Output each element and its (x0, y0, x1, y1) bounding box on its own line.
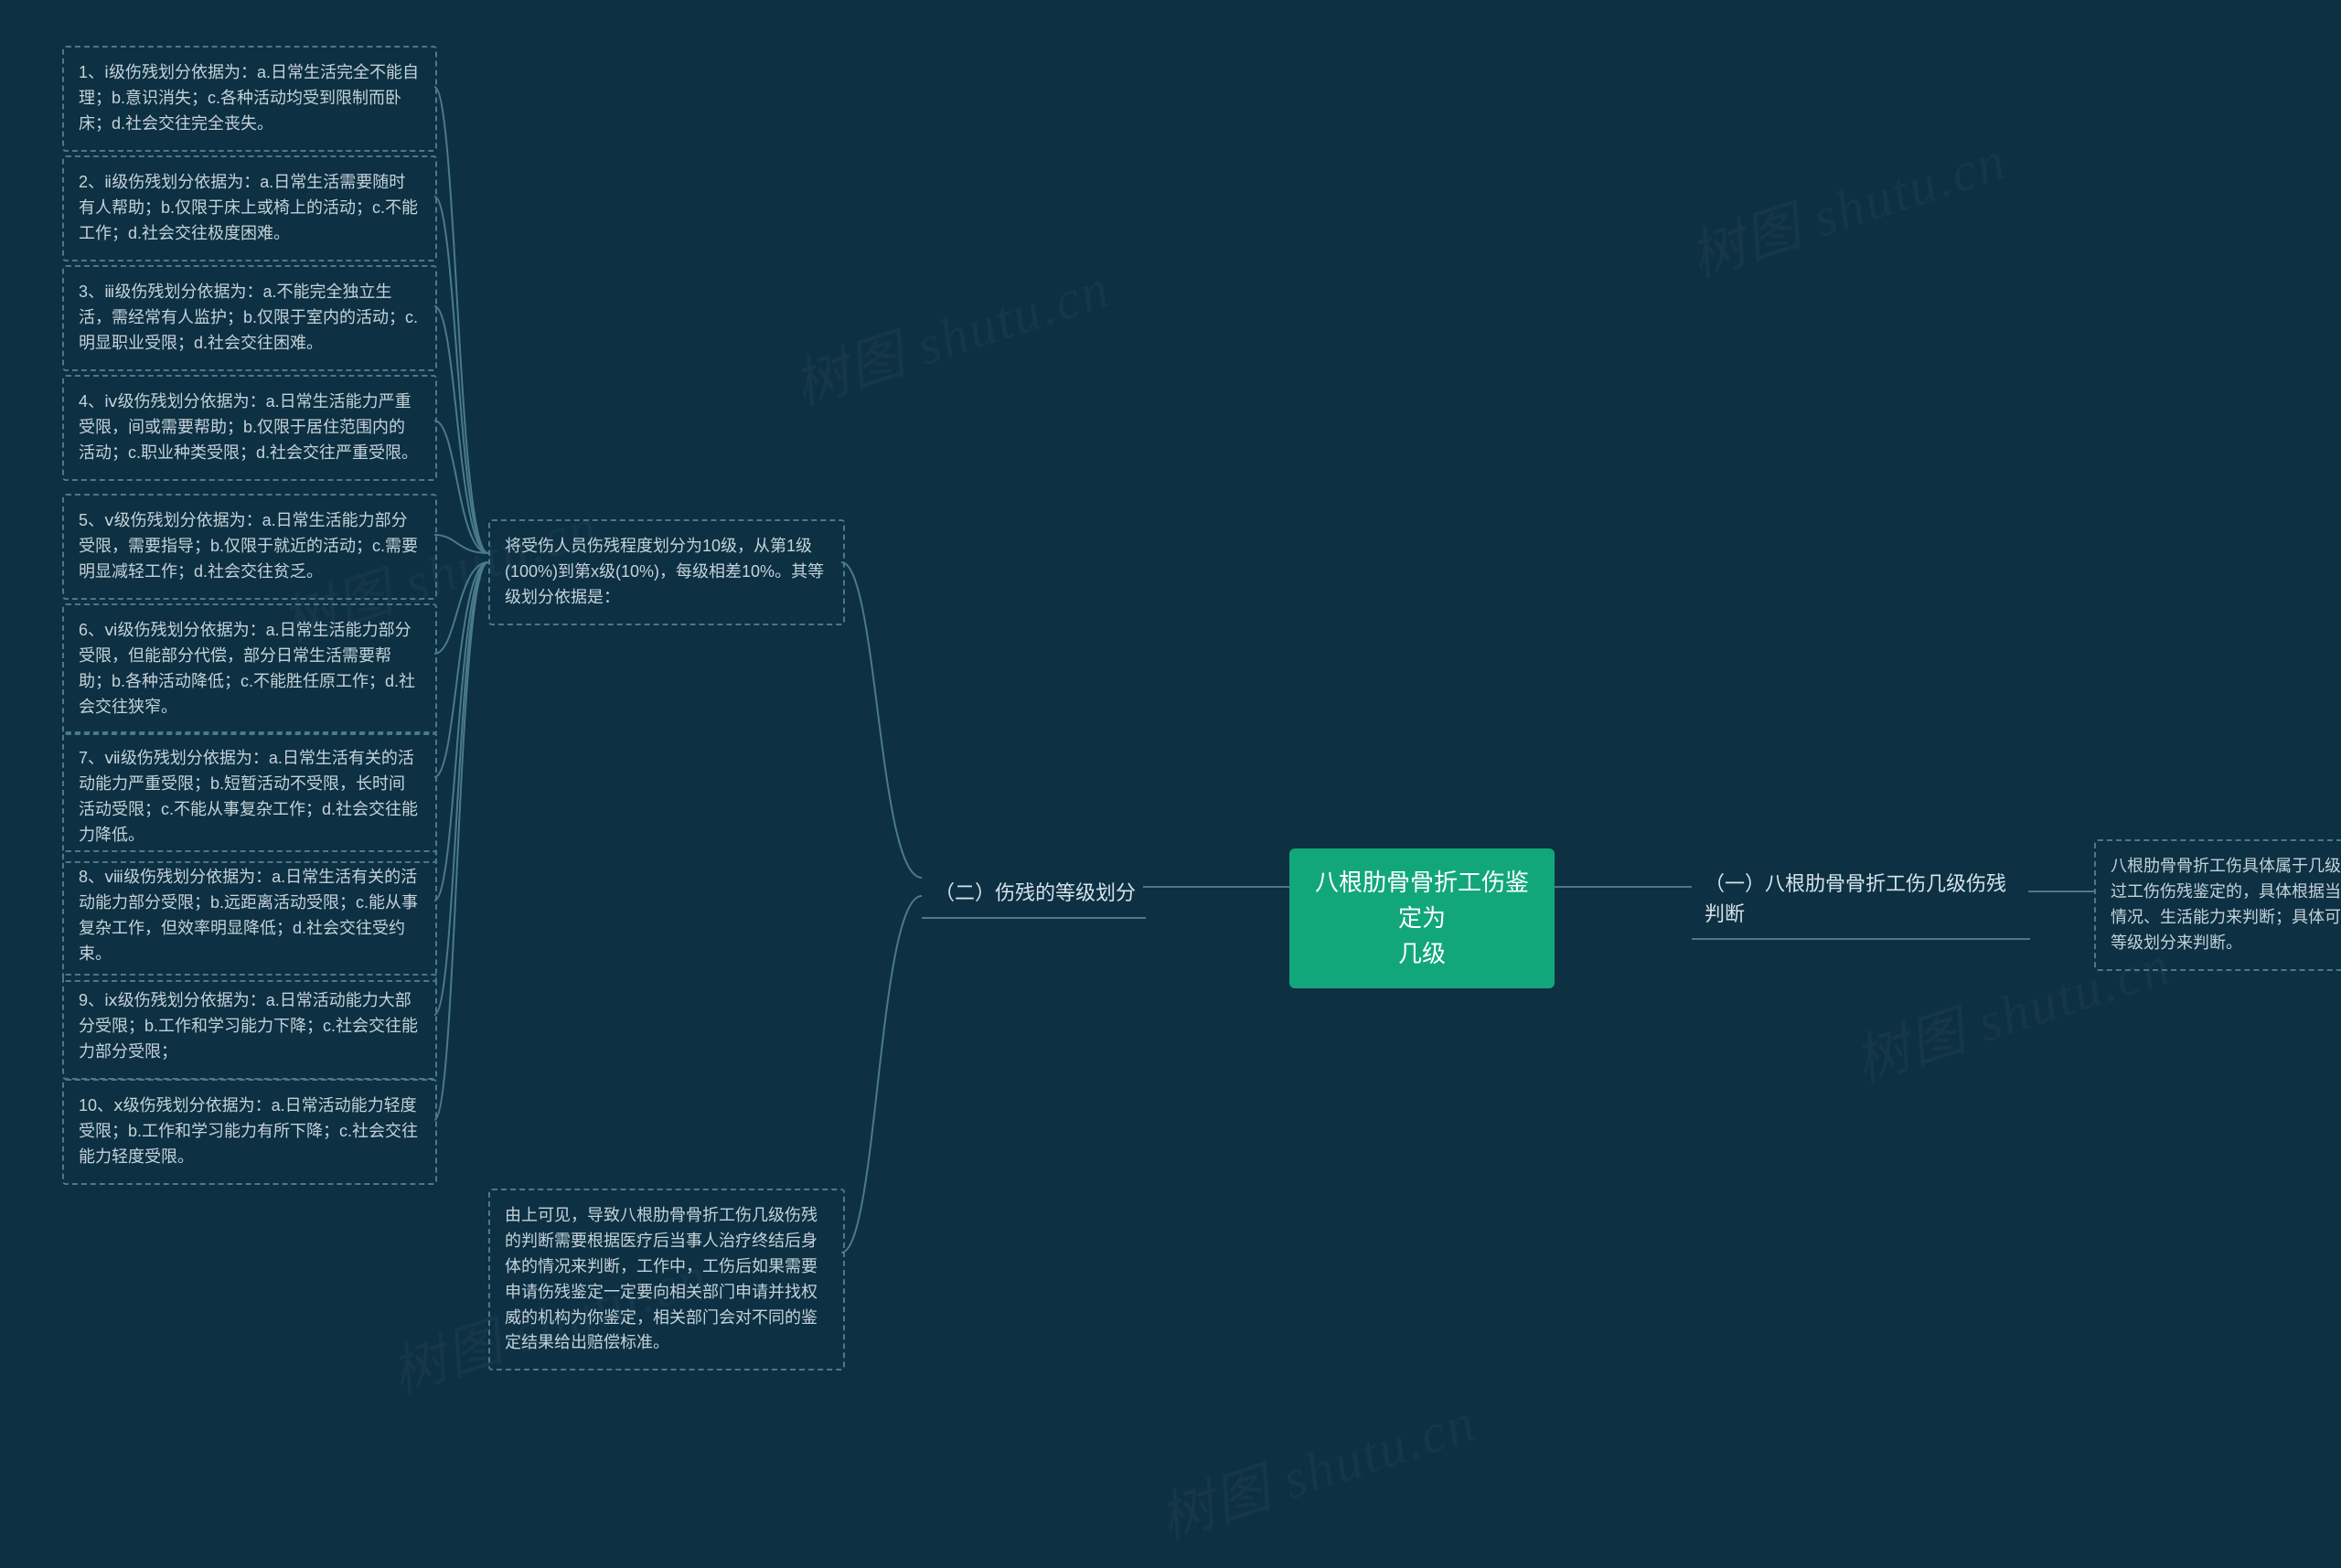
leaf-level-10: 10、ⅹ级伤残划分依据为：a.日常活动能力轻度受限；b.工作和学习能力有所下降；… (62, 1079, 437, 1185)
leaf-right-judgment: 八根肋骨骨折工伤具体属于几级伤残是要通过工伤伤残鉴定的，具体根据当事人的身体情况… (2094, 839, 2341, 971)
watermark: 树图 shutu.cn (782, 244, 1118, 421)
root-node[interactable]: 八根肋骨骨折工伤鉴定为 几级 (1289, 848, 1555, 988)
branch-right[interactable]: （一）八根肋骨骨折工伤几级伤残 判断 (1692, 859, 2030, 940)
leaf-level-7: 7、ⅶ级伤残划分依据为：a.日常生活有关的活动能力严重受限；b.短暂活动不受限，… (62, 731, 437, 863)
leaf-level-5: 5、ⅴ级伤残划分依据为：a.日常生活能力部分受限，需要指导；b.仅限于就近的活动… (62, 494, 437, 600)
leaf-intro: 将受伤人员伤残程度划分为10级，从第1级(100%)到第x级(10%)，每级相差… (488, 519, 845, 625)
leaf-level-9: 9、ⅸ级伤残划分依据为：a.日常活动能力大部分受限；b.工作和学习能力下降；c.… (62, 974, 437, 1080)
watermark: 树图 shutu.cn (1148, 1378, 1484, 1555)
branch-left[interactable]: （二）伤残的等级划分 (922, 869, 1146, 919)
leaf-level-4: 4、ⅳ级伤残划分依据为：a.日常生活能力严重受限，间或需要帮助；b.仅限于居住范… (62, 375, 437, 481)
leaf-level-1: 1、ⅰ级伤残划分依据为：a.日常生活完全不能自理；b.意识消失；c.各种活动均受… (62, 46, 437, 152)
leaf-level-8: 8、ⅷ级伤残划分依据为：a.日常生活有关的活动能力部分受限；b.远距离活动受限；… (62, 850, 437, 982)
watermark: 树图 shutu.cn (1678, 116, 2015, 293)
leaf-level-6: 6、ⅵ级伤残划分依据为：a.日常生活能力部分受限，但能部分代偿，部分日常生活需要… (62, 603, 437, 735)
leaf-level-2: 2、ⅱ级伤残划分依据为：a.日常生活需要随时有人帮助；b.仅限于床上或椅上的活动… (62, 155, 437, 261)
leaf-level-3: 3、ⅲ级伤残划分依据为：a.不能完全独立生活，需经常有人监护；b.仅限于室内的活… (62, 265, 437, 371)
leaf-summary: 由上可见，导致八根肋骨骨折工伤几级伤残的判断需要根据医疗后当事人治疗终结后身体的… (488, 1189, 845, 1371)
